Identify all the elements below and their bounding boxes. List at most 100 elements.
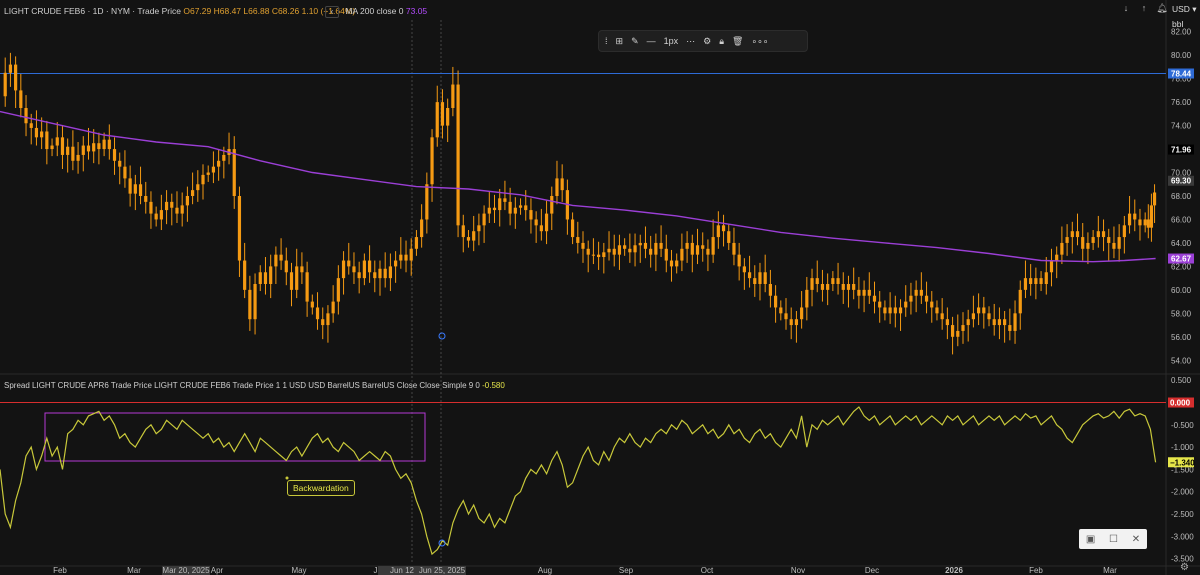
candle-body bbox=[794, 319, 799, 326]
ma-value: 73.05 bbox=[405, 6, 428, 16]
chart-canvas[interactable]: 82.0080.0078.0076.0074.0072.0070.0068.00… bbox=[0, 0, 1200, 575]
candle-body bbox=[513, 207, 517, 214]
candle-body bbox=[55, 137, 59, 146]
candle-body bbox=[945, 319, 949, 326]
candle-body bbox=[347, 260, 351, 267]
candle-body bbox=[81, 145, 85, 155]
grid-add-icon[interactable]: ⊞ bbox=[616, 36, 624, 47]
close-icon[interactable]: ✕ bbox=[1132, 534, 1140, 545]
candle-body bbox=[305, 272, 309, 302]
chevron-left-icon[interactable]: ‹ bbox=[325, 6, 339, 18]
more-icon[interactable]: ∘∘∘ bbox=[751, 36, 768, 47]
square-icon[interactable]: ☐ bbox=[1109, 534, 1118, 545]
y-tick-label: 82.00 bbox=[1171, 28, 1192, 37]
candle-body bbox=[539, 225, 543, 232]
line-icon[interactable]: — bbox=[647, 36, 656, 46]
candle-body bbox=[638, 242, 642, 246]
candle-body bbox=[341, 260, 346, 279]
currency-select[interactable]: USD ▾ bbox=[1172, 4, 1197, 15]
mini-panel: ▣ ☐ ✕ bbox=[1079, 529, 1147, 549]
spread-price-label: −1.340 bbox=[1170, 458, 1195, 467]
bell-icon[interactable]: 🔔︎ bbox=[1156, 2, 1168, 14]
candle-body bbox=[841, 284, 845, 290]
candle-body bbox=[420, 219, 424, 238]
candle-body bbox=[586, 248, 590, 255]
candle-body bbox=[14, 64, 18, 91]
candle-body bbox=[997, 319, 1002, 326]
settings-icon[interactable]: ⚙ bbox=[703, 36, 711, 47]
candle-body bbox=[3, 72, 7, 97]
drag-handle-icon[interactable]: ⁞ bbox=[605, 36, 608, 46]
candle-body bbox=[633, 245, 637, 253]
candle-body bbox=[940, 313, 944, 320]
candle-body bbox=[40, 131, 44, 138]
y-tick-label-spread: 0.500 bbox=[1171, 376, 1192, 385]
spread-value: -0.580 bbox=[482, 381, 505, 390]
price-label: 78.44 bbox=[1171, 70, 1192, 79]
candle-body bbox=[279, 254, 283, 261]
candle-body bbox=[1065, 237, 1069, 243]
spread-header: Spread LIGHT CRUDE APR6 Trade Price LIGH… bbox=[4, 381, 505, 390]
candle-body bbox=[1070, 231, 1074, 238]
candle-body bbox=[1034, 278, 1038, 284]
settings-gear-icon[interactable]: ⚙ bbox=[1180, 562, 1189, 573]
candle-body bbox=[1029, 278, 1033, 284]
candle-body bbox=[76, 154, 80, 161]
annotation-backwardation[interactable]: Backwardation bbox=[287, 480, 355, 496]
candle-body bbox=[1101, 231, 1106, 238]
candle-body bbox=[555, 178, 559, 196]
candle-body bbox=[253, 284, 257, 320]
candle-body bbox=[284, 260, 288, 273]
line-width-label[interactable]: 1px bbox=[664, 36, 679, 46]
panel-icon[interactable]: ▣ bbox=[1086, 534, 1095, 545]
price-label: 62.67 bbox=[1171, 255, 1192, 264]
candle-body bbox=[258, 272, 262, 284]
lock-icon[interactable]: 🔒︎ bbox=[719, 36, 724, 47]
candle-body bbox=[336, 278, 340, 302]
candle-body bbox=[878, 301, 882, 308]
candle-body bbox=[373, 272, 377, 279]
candle-body bbox=[243, 260, 247, 290]
anchor-handle bbox=[438, 332, 446, 340]
y-tick-label-spread: -2.000 bbox=[1171, 488, 1194, 497]
x-tick-label: Oct bbox=[701, 566, 714, 575]
candle-body bbox=[591, 254, 596, 256]
x-tick-label: Jun 25, 2025 bbox=[419, 566, 466, 575]
candle-body bbox=[503, 198, 507, 202]
candle-body bbox=[1039, 278, 1043, 284]
arrow-down-icon[interactable]: ↓ bbox=[1120, 2, 1132, 14]
candle-body bbox=[446, 108, 450, 126]
candle-body bbox=[60, 137, 65, 155]
dotted-line-icon[interactable]: ⋯ bbox=[686, 36, 695, 47]
candle-body bbox=[1149, 205, 1154, 228]
candle-body bbox=[482, 213, 486, 226]
candle-body bbox=[758, 272, 762, 284]
candle-body bbox=[357, 272, 361, 279]
candle-body bbox=[1013, 313, 1017, 331]
candle-body bbox=[383, 268, 387, 279]
candle-body bbox=[222, 154, 226, 161]
candle-body bbox=[909, 295, 913, 302]
candle-body bbox=[388, 266, 393, 279]
candle-body bbox=[211, 166, 216, 173]
candle-body bbox=[721, 225, 726, 232]
pencil-icon[interactable]: ✎ bbox=[631, 36, 639, 47]
candle-body bbox=[274, 254, 278, 267]
candle-body bbox=[269, 266, 273, 284]
candle-body bbox=[508, 201, 512, 214]
candle-body bbox=[19, 90, 23, 108]
candle-body bbox=[987, 313, 991, 320]
candle-body bbox=[815, 278, 819, 284]
candle-body bbox=[1096, 231, 1100, 238]
candle-body bbox=[930, 301, 934, 308]
arrow-up-icon[interactable]: ↑ bbox=[1138, 2, 1150, 14]
trash-icon[interactable]: 🗑︎ bbox=[732, 36, 743, 47]
candle-body bbox=[1023, 278, 1028, 290]
candle-body bbox=[71, 146, 75, 161]
top-right-controls: ↓ ↑ 🔔︎ bbox=[1120, 2, 1168, 14]
candle-body bbox=[430, 137, 434, 185]
candle-body bbox=[112, 149, 117, 161]
candle-body bbox=[617, 245, 622, 255]
candle-body bbox=[180, 205, 184, 214]
candle-body bbox=[352, 266, 356, 273]
